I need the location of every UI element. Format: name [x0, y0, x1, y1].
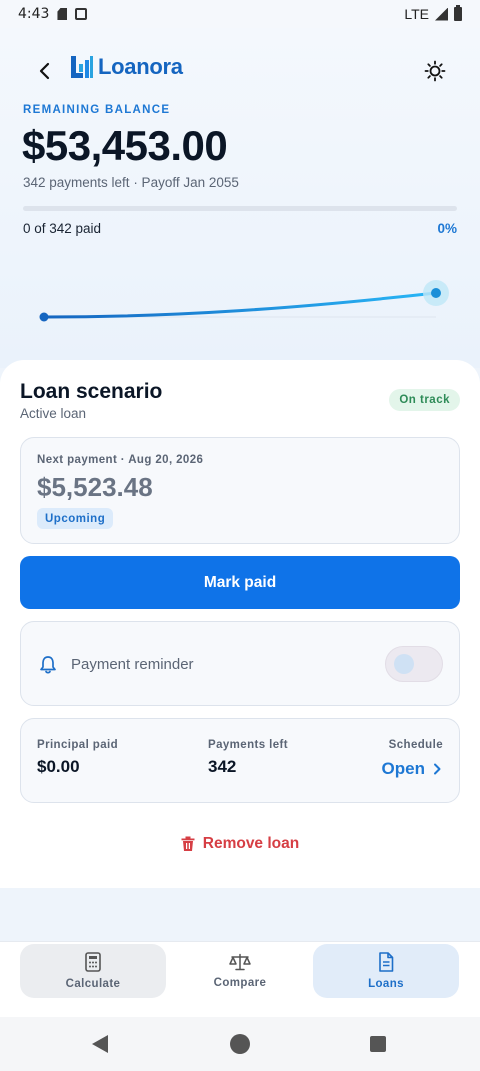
app-header: Loanora	[0, 50, 480, 90]
nav-calculate[interactable]: Calculate	[20, 944, 166, 998]
open-schedule-label: Open	[381, 759, 425, 778]
nav-loans[interactable]: Loans	[313, 944, 459, 998]
balance-trend-chart	[39, 280, 449, 322]
system-recents-icon[interactable]	[370, 1036, 386, 1052]
back-button[interactable]	[32, 58, 58, 84]
nav-loans-label: Loans	[368, 978, 404, 990]
bottom-navigation: Calculate Compare Loans	[0, 941, 480, 1017]
balance-hero: Loanora REMAINING BALANCE $53,453.00 342…	[0, 28, 480, 368]
scale-icon	[229, 953, 251, 971]
upcoming-badge: Upcoming	[37, 508, 114, 529]
next-payment-amount: $5,523.48	[37, 472, 153, 502]
chevron-right-icon	[434, 763, 441, 775]
document-icon	[379, 952, 394, 972]
nav-compare-label: Compare	[213, 977, 267, 989]
system-back-icon[interactable]	[92, 1035, 108, 1053]
loan-stats-card: Principal paid $0.00 Payments left 342 S…	[20, 718, 460, 803]
status-bar: 4:43 LTE	[0, 0, 480, 28]
scenario-title: Loan scenario	[20, 380, 163, 403]
network-type: LTE	[404, 6, 429, 22]
trend-end-point	[431, 288, 441, 298]
arrow-left-icon	[39, 62, 50, 80]
payment-reminder-row: Payment reminder	[20, 621, 460, 706]
app-logo: Loanora	[70, 54, 183, 80]
schedule-label: Schedule	[388, 739, 443, 751]
battery-icon	[454, 5, 462, 21]
toggle-knob	[394, 654, 414, 674]
open-schedule-link[interactable]: Open	[382, 759, 441, 779]
app-name: Loanora	[98, 54, 183, 79]
screenshot-icon	[75, 8, 88, 20]
next-payment-card: Next payment · Aug 20, 2026 $5,523.48 Up…	[20, 437, 460, 544]
next-payment-label: Next payment · Aug 20, 2026	[37, 454, 204, 466]
paid-count: 0 of 342 paid	[23, 221, 102, 236]
mark-paid-button[interactable]: Mark paid	[20, 556, 460, 609]
logo-mark-icon	[71, 56, 93, 78]
status-badge: On track	[389, 389, 460, 411]
remove-loan-label: Remove loan	[202, 835, 300, 852]
principal-paid-label: Principal paid	[37, 739, 119, 751]
sun-icon	[424, 60, 446, 82]
principal-paid-value: $0.00	[37, 757, 80, 776]
nav-compare[interactable]: Compare	[167, 944, 313, 998]
payments-left-label: Payments left	[208, 739, 288, 751]
balance-label: REMAINING BALANCE	[23, 104, 171, 116]
nav-calculate-label: Calculate	[65, 978, 121, 990]
payoff-progress-bar	[23, 206, 457, 211]
trend-line	[42, 291, 438, 319]
system-navigation-bar	[0, 1017, 480, 1071]
calculator-icon	[85, 952, 101, 972]
reminder-toggle[interactable]	[385, 646, 443, 682]
remove-loan-button[interactable]: Remove loan	[0, 832, 480, 856]
trash-icon	[181, 836, 195, 851]
reminder-label: Payment reminder	[71, 656, 194, 673]
status-time: 4:43	[18, 6, 50, 22]
trend-start-point	[39, 312, 49, 322]
balance-amount: $53,453.00	[22, 122, 228, 169]
paid-percent: 0%	[437, 221, 457, 236]
payments-left-value: 342	[208, 757, 237, 776]
bell-icon	[40, 656, 56, 674]
signal-icon	[435, 7, 448, 21]
sd-card-icon	[57, 8, 68, 20]
theme-toggle-button[interactable]	[422, 58, 448, 84]
loan-details-sheet: Loan scenario Active loan On track Next …	[0, 360, 480, 888]
system-home-icon[interactable]	[230, 1034, 250, 1054]
scenario-subtitle: Active loan	[20, 406, 87, 421]
balance-subtitle: 342 payments left · Payoff Jan 2055	[23, 175, 239, 190]
